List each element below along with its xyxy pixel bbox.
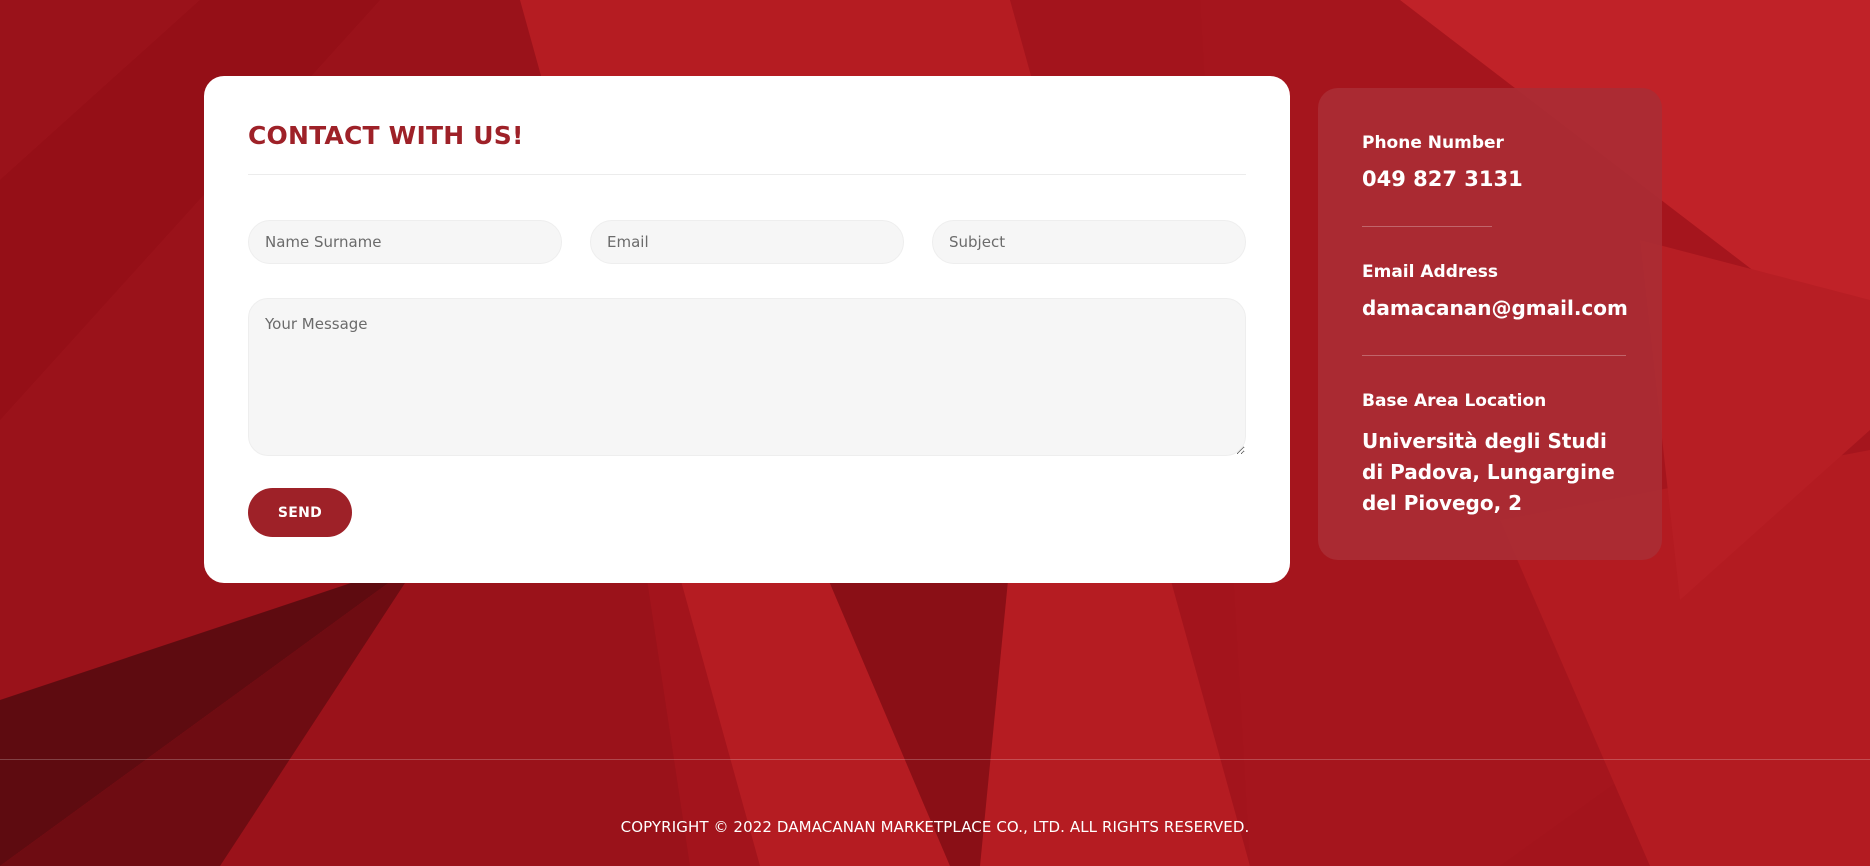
- footer-divider: [0, 759, 1870, 760]
- subject-input[interactable]: [932, 220, 1246, 264]
- copyright-text: COPYRIGHT © 2022 DAMACANAN MARKETPLACE C…: [620, 818, 1250, 836]
- form-fields-row: [248, 220, 1246, 264]
- info-divider: [1362, 226, 1492, 227]
- phone-value: 049 827 3131: [1362, 167, 1523, 191]
- location-value: Università degli Studi di Padova, Lungar…: [1362, 429, 1615, 515]
- phone-label: Phone Number: [1362, 133, 1504, 153]
- info-divider: [1362, 355, 1626, 356]
- email-input[interactable]: [590, 220, 904, 264]
- contact-form-card: CONTACT WITH US! SEND: [204, 76, 1290, 583]
- location-label: Base Area Location: [1362, 391, 1547, 411]
- contact-form-title: CONTACT WITH US!: [248, 121, 524, 150]
- email-label: Email Address: [1362, 262, 1499, 282]
- send-button[interactable]: SEND: [248, 488, 352, 537]
- message-textarea[interactable]: [248, 298, 1246, 456]
- name-surname-input[interactable]: [248, 220, 562, 264]
- contact-info-panel: Phone Number 049 827 3131 Email Address …: [1318, 88, 1662, 560]
- title-divider: [248, 174, 1246, 175]
- email-value: damacanan@gmail.com: [1362, 296, 1628, 320]
